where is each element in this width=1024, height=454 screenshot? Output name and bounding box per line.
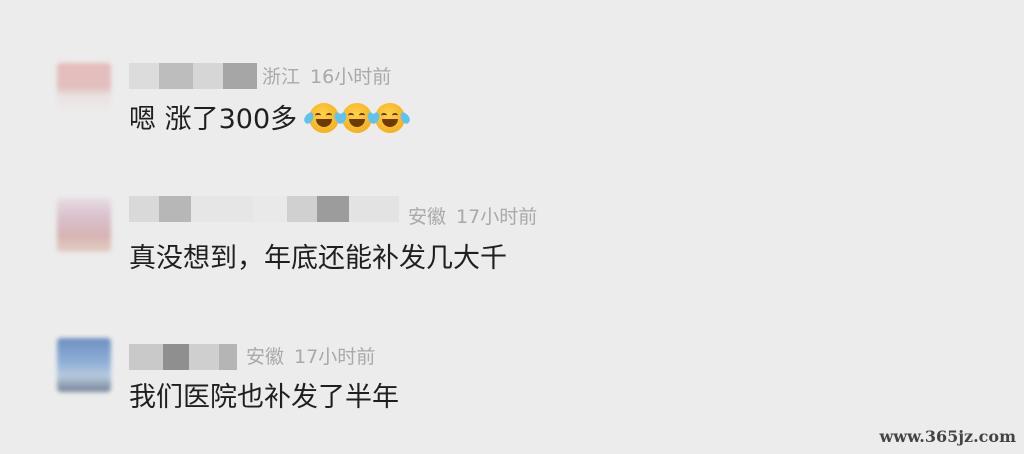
laugh-cry-emoji-icon [302,103,346,133]
comment-time: 17小时前 [294,346,376,368]
comment-meta: 安徽 17小时前 [246,345,385,369]
laugh-cry-emoji-icon [368,103,412,133]
comment-text: 真没想到，年底还能补发几大千 [129,242,507,276]
comment-time: 16小时前 [310,66,392,88]
comment-location: 安徽 [246,346,285,368]
comment-content: 嗯 涨了300多 [129,104,298,135]
avatar[interactable] [57,198,111,252]
avatar[interactable] [57,63,111,117]
comment-item: 安徽 17小时前 我们医院也补发了半年 [0,336,1024,446]
comment-text: 我们医院也补发了半年 [129,381,399,415]
comment-meta: 安徽 17小时前 [408,205,547,229]
username-blurred[interactable] [129,63,257,89]
comment-location: 安徽 [408,206,447,228]
comment-text: 嗯 涨了300多 [129,103,412,137]
laugh-cry-emoji-icon [335,103,379,133]
comment-item: 安徽 17小时前 真没想到，年底还能补发几大千 [0,196,1024,306]
comment-meta: 浙江 16小时前 [262,65,401,89]
username-blurred[interactable] [129,344,237,370]
comment-time: 17小时前 [456,206,538,228]
comment-content: 真没想到，年底还能补发几大千 [129,243,507,274]
username-blurred[interactable] [129,196,399,222]
watermark: www.365jz.com [879,427,1016,446]
comment-location: 浙江 [262,66,301,88]
comment-item: 浙江 16小时前 嗯 涨了300多 [0,55,1024,165]
comment-content: 我们医院也补发了半年 [129,382,399,413]
avatar[interactable] [57,338,111,392]
